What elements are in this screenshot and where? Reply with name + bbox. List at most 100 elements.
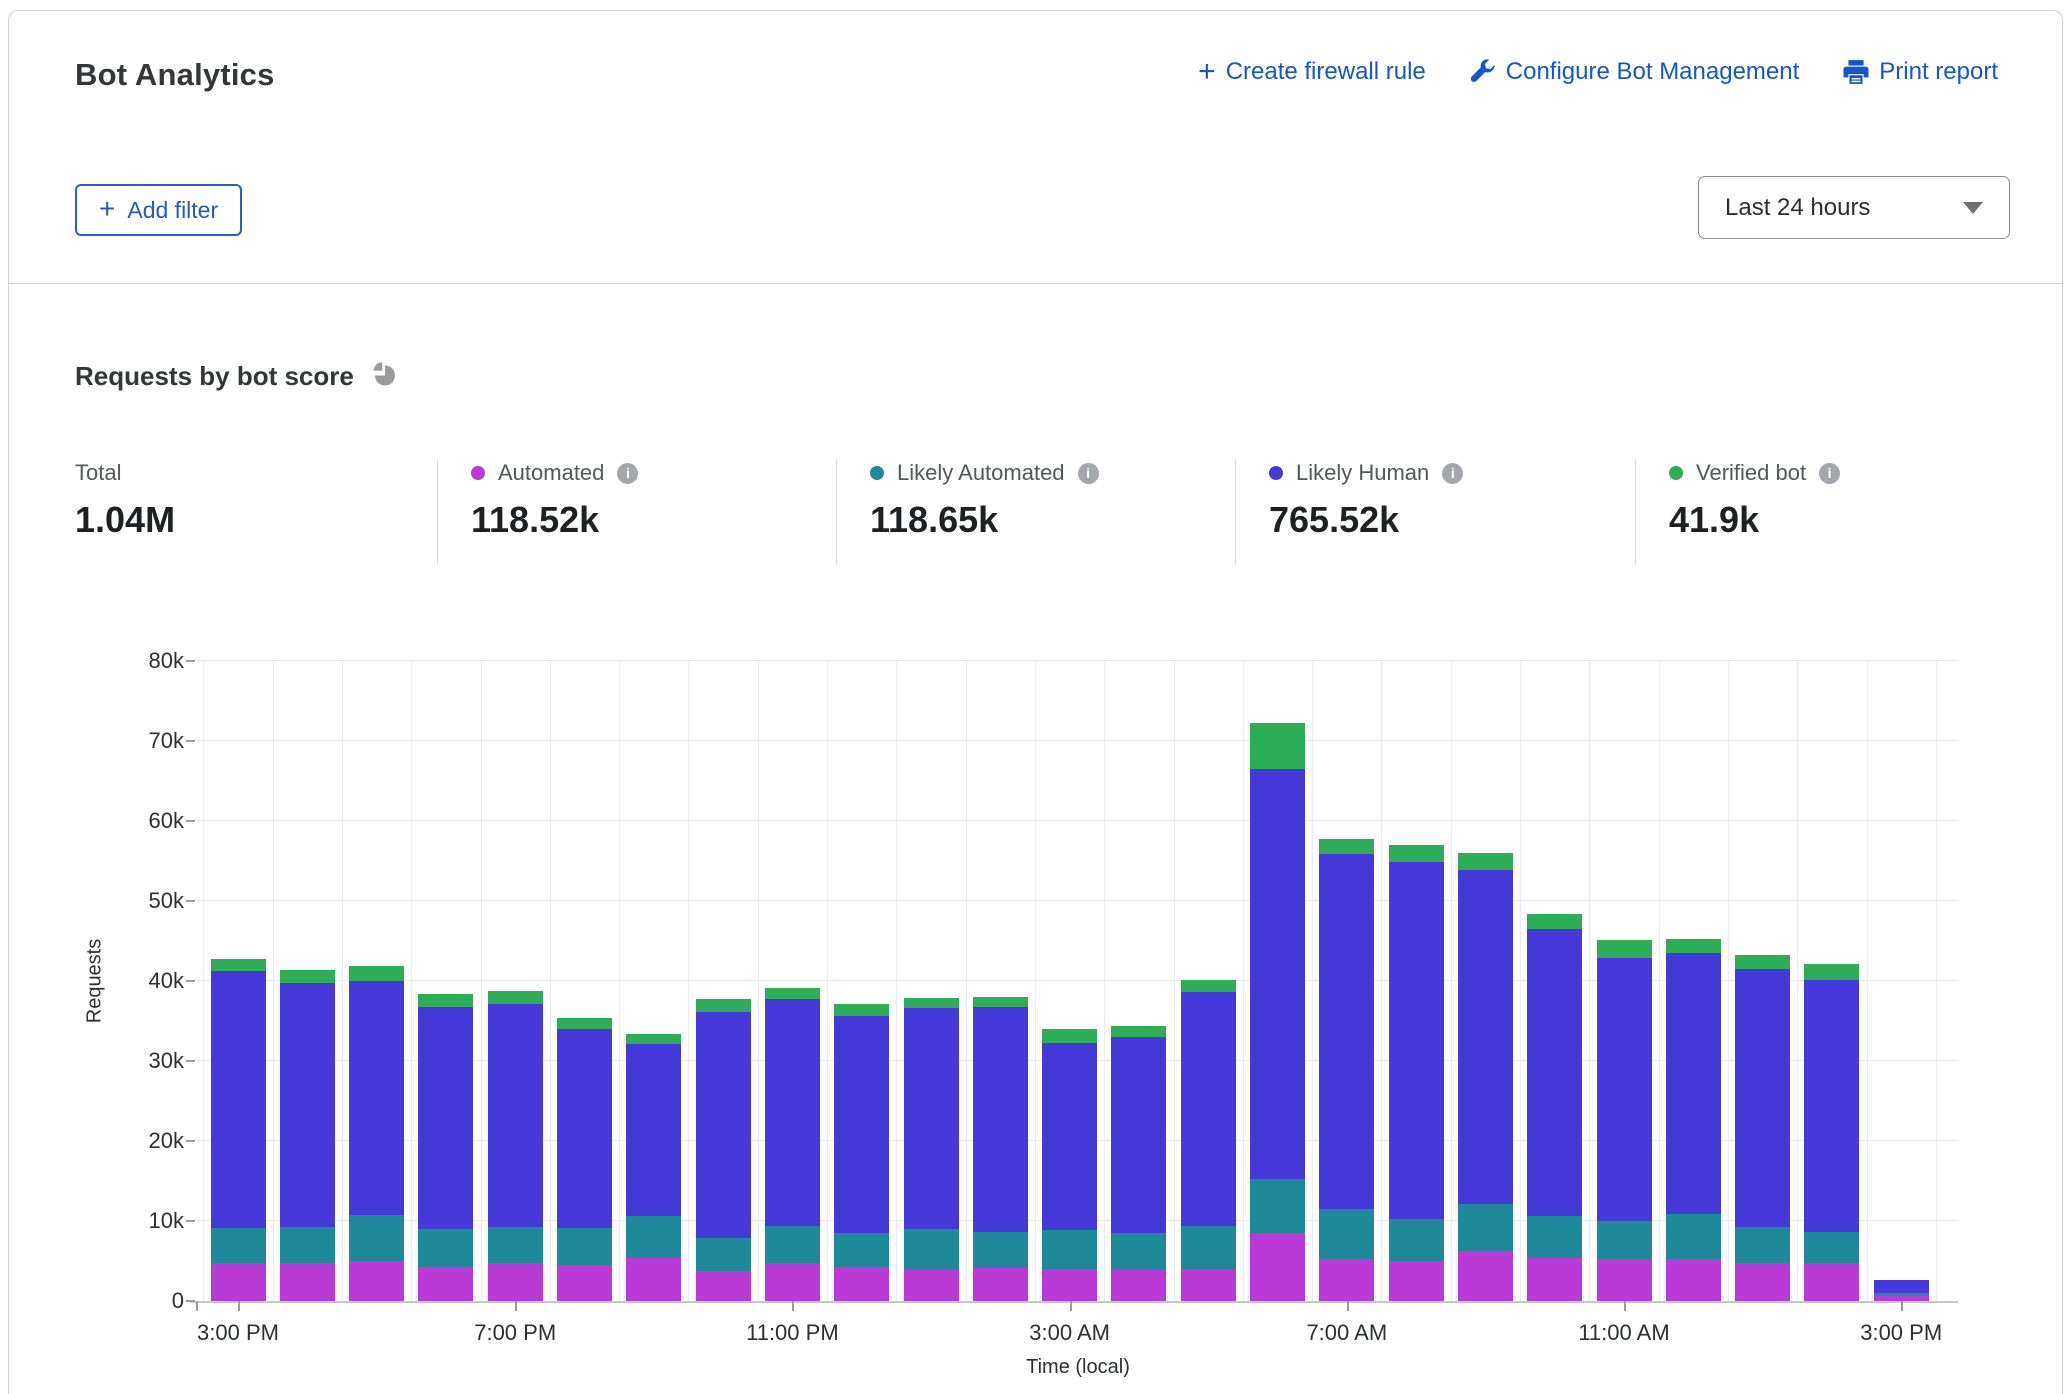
bar-segment-likely-human[interactable] bbox=[904, 1008, 959, 1229]
bar-segment-likely-human[interactable] bbox=[349, 981, 404, 1215]
bar-segment-automated[interactable] bbox=[834, 1267, 889, 1301]
bar-segment-likely-human[interactable] bbox=[765, 999, 820, 1226]
bar-segment-automated[interactable] bbox=[904, 1270, 959, 1301]
bar-segment-likely-human[interactable] bbox=[488, 1004, 543, 1227]
bar-segment-likely-automated[interactable] bbox=[834, 1233, 889, 1267]
bar-segment-automated[interactable] bbox=[765, 1263, 820, 1301]
bar-segment-likely-human[interactable] bbox=[280, 983, 335, 1228]
bar-segment-automated[interactable] bbox=[1389, 1261, 1444, 1301]
bar-segment-likely-automated[interactable] bbox=[488, 1227, 543, 1263]
bar-segment-automated[interactable] bbox=[1527, 1258, 1582, 1301]
bar-segment-verified-bot[interactable] bbox=[418, 994, 473, 1007]
bar-segment-verified-bot[interactable] bbox=[834, 1004, 889, 1016]
info-icon[interactable]: i bbox=[1078, 463, 1099, 484]
bar-segment-likely-automated[interactable] bbox=[1458, 1204, 1513, 1251]
bar-segment-verified-bot[interactable] bbox=[1527, 914, 1582, 929]
bar-segment-likely-automated[interactable] bbox=[1527, 1216, 1582, 1258]
bar-segment-automated[interactable] bbox=[1250, 1233, 1305, 1301]
bar-segment-verified-bot[interactable] bbox=[1111, 1026, 1166, 1037]
bar-segment-verified-bot[interactable] bbox=[904, 998, 959, 1008]
bar-segment-verified-bot[interactable] bbox=[626, 1034, 681, 1044]
bar-segment-automated[interactable] bbox=[973, 1268, 1028, 1301]
bar-segment-likely-automated[interactable] bbox=[1597, 1221, 1652, 1259]
info-icon[interactable]: i bbox=[1442, 463, 1463, 484]
bar-segment-likely-automated[interactable] bbox=[1666, 1214, 1721, 1260]
bar-segment-likely-automated[interactable] bbox=[696, 1238, 751, 1272]
bar-segment-verified-bot[interactable] bbox=[1458, 853, 1513, 870]
bar-segment-likely-human[interactable] bbox=[1735, 969, 1790, 1227]
bar-segment-verified-bot[interactable] bbox=[1042, 1029, 1097, 1043]
bar-segment-likely-automated[interactable] bbox=[211, 1228, 266, 1263]
bar-segment-likely-automated[interactable] bbox=[557, 1228, 612, 1265]
bar-segment-likely-human[interactable] bbox=[1527, 929, 1582, 1216]
bar-segment-automated[interactable] bbox=[1804, 1263, 1859, 1301]
bar-segment-likely-human[interactable] bbox=[1111, 1037, 1166, 1233]
bar-segment-likely-automated[interactable] bbox=[1250, 1179, 1305, 1233]
bar-segment-likely-human[interactable] bbox=[1666, 953, 1721, 1214]
bar-segment-verified-bot[interactable] bbox=[1319, 839, 1374, 853]
bar-segment-likely-automated[interactable] bbox=[1874, 1293, 1929, 1296]
bar-segment-likely-automated[interactable] bbox=[1389, 1219, 1444, 1261]
bar-segment-likely-automated[interactable] bbox=[418, 1229, 473, 1267]
configure-bot-management-link[interactable]: Configure Bot Management bbox=[1470, 58, 1800, 86]
bar-segment-automated[interactable] bbox=[1458, 1251, 1513, 1301]
bar-segment-likely-human[interactable] bbox=[418, 1007, 473, 1229]
time-range-dropdown[interactable]: Last 24 hours bbox=[1698, 176, 2010, 239]
bar-segment-likely-human[interactable] bbox=[557, 1029, 612, 1228]
bar-segment-automated[interactable] bbox=[557, 1265, 612, 1301]
bar-segment-likely-automated[interactable] bbox=[626, 1216, 681, 1258]
bar-segment-likely-automated[interactable] bbox=[1111, 1233, 1166, 1270]
bar-segment-likely-human[interactable] bbox=[1042, 1043, 1097, 1230]
bar-segment-verified-bot[interactable] bbox=[211, 959, 266, 970]
bar-segment-automated[interactable] bbox=[1735, 1263, 1790, 1301]
bar-segment-verified-bot[interactable] bbox=[1597, 940, 1652, 958]
bar-segment-verified-bot[interactable] bbox=[696, 999, 751, 1012]
bar-segment-verified-bot[interactable] bbox=[973, 997, 1028, 1007]
print-report-link[interactable]: Print report bbox=[1843, 58, 1998, 86]
bar-segment-likely-automated[interactable] bbox=[1042, 1230, 1097, 1269]
bar-segment-verified-bot[interactable] bbox=[349, 966, 404, 981]
bar-segment-likely-automated[interactable] bbox=[973, 1232, 1028, 1268]
bar-segment-likely-human[interactable] bbox=[1874, 1280, 1929, 1293]
bar-segment-likely-human[interactable] bbox=[1597, 958, 1652, 1221]
bar-segment-automated[interactable] bbox=[349, 1261, 404, 1301]
bar-segment-verified-bot[interactable] bbox=[1250, 723, 1305, 769]
bar-segment-likely-automated[interactable] bbox=[765, 1226, 820, 1263]
info-icon[interactable]: i bbox=[1819, 463, 1840, 484]
bar-segment-likely-automated[interactable] bbox=[1735, 1227, 1790, 1262]
bar-segment-likely-human[interactable] bbox=[1804, 980, 1859, 1232]
bar-segment-likely-human[interactable] bbox=[1458, 870, 1513, 1204]
bar-segment-likely-human[interactable] bbox=[626, 1044, 681, 1216]
bar-segment-verified-bot[interactable] bbox=[557, 1018, 612, 1029]
bar-segment-automated[interactable] bbox=[1042, 1269, 1097, 1301]
bar-segment-automated[interactable] bbox=[626, 1258, 681, 1301]
bar-segment-verified-bot[interactable] bbox=[280, 970, 335, 983]
bar-segment-automated[interactable] bbox=[418, 1267, 473, 1301]
bar-segment-likely-human[interactable] bbox=[834, 1016, 889, 1233]
bar-segment-verified-bot[interactable] bbox=[1804, 964, 1859, 980]
create-firewall-rule-link[interactable]: + Create firewall rule bbox=[1198, 58, 1426, 86]
bar-segment-verified-bot[interactable] bbox=[1181, 980, 1236, 992]
bar-segment-likely-automated[interactable] bbox=[1319, 1209, 1374, 1259]
bar-segment-likely-automated[interactable] bbox=[1804, 1232, 1859, 1263]
bar-segment-verified-bot[interactable] bbox=[1666, 939, 1721, 953]
bar-segment-automated[interactable] bbox=[1597, 1259, 1652, 1301]
bar-segment-verified-bot[interactable] bbox=[1735, 955, 1790, 969]
bar-segment-automated[interactable] bbox=[1181, 1269, 1236, 1301]
add-filter-button[interactable]: + Add filter bbox=[75, 184, 242, 236]
bar-segment-likely-human[interactable] bbox=[1250, 769, 1305, 1179]
bar-segment-likely-automated[interactable] bbox=[1181, 1226, 1236, 1269]
bar-segment-automated[interactable] bbox=[488, 1263, 543, 1301]
info-icon[interactable]: i bbox=[617, 463, 638, 484]
bar-segment-likely-human[interactable] bbox=[696, 1012, 751, 1238]
bar-segment-automated[interactable] bbox=[1111, 1270, 1166, 1301]
bar-segment-likely-automated[interactable] bbox=[349, 1215, 404, 1261]
bar-segment-automated[interactable] bbox=[211, 1263, 266, 1301]
bar-segment-automated[interactable] bbox=[696, 1271, 751, 1301]
bar-segment-verified-bot[interactable] bbox=[488, 991, 543, 1004]
bar-segment-verified-bot[interactable] bbox=[1389, 845, 1444, 862]
bar-segment-likely-human[interactable] bbox=[1389, 862, 1444, 1220]
bar-segment-verified-bot[interactable] bbox=[765, 988, 820, 998]
bar-segment-likely-human[interactable] bbox=[973, 1007, 1028, 1233]
bar-segment-likely-human[interactable] bbox=[1319, 854, 1374, 1209]
